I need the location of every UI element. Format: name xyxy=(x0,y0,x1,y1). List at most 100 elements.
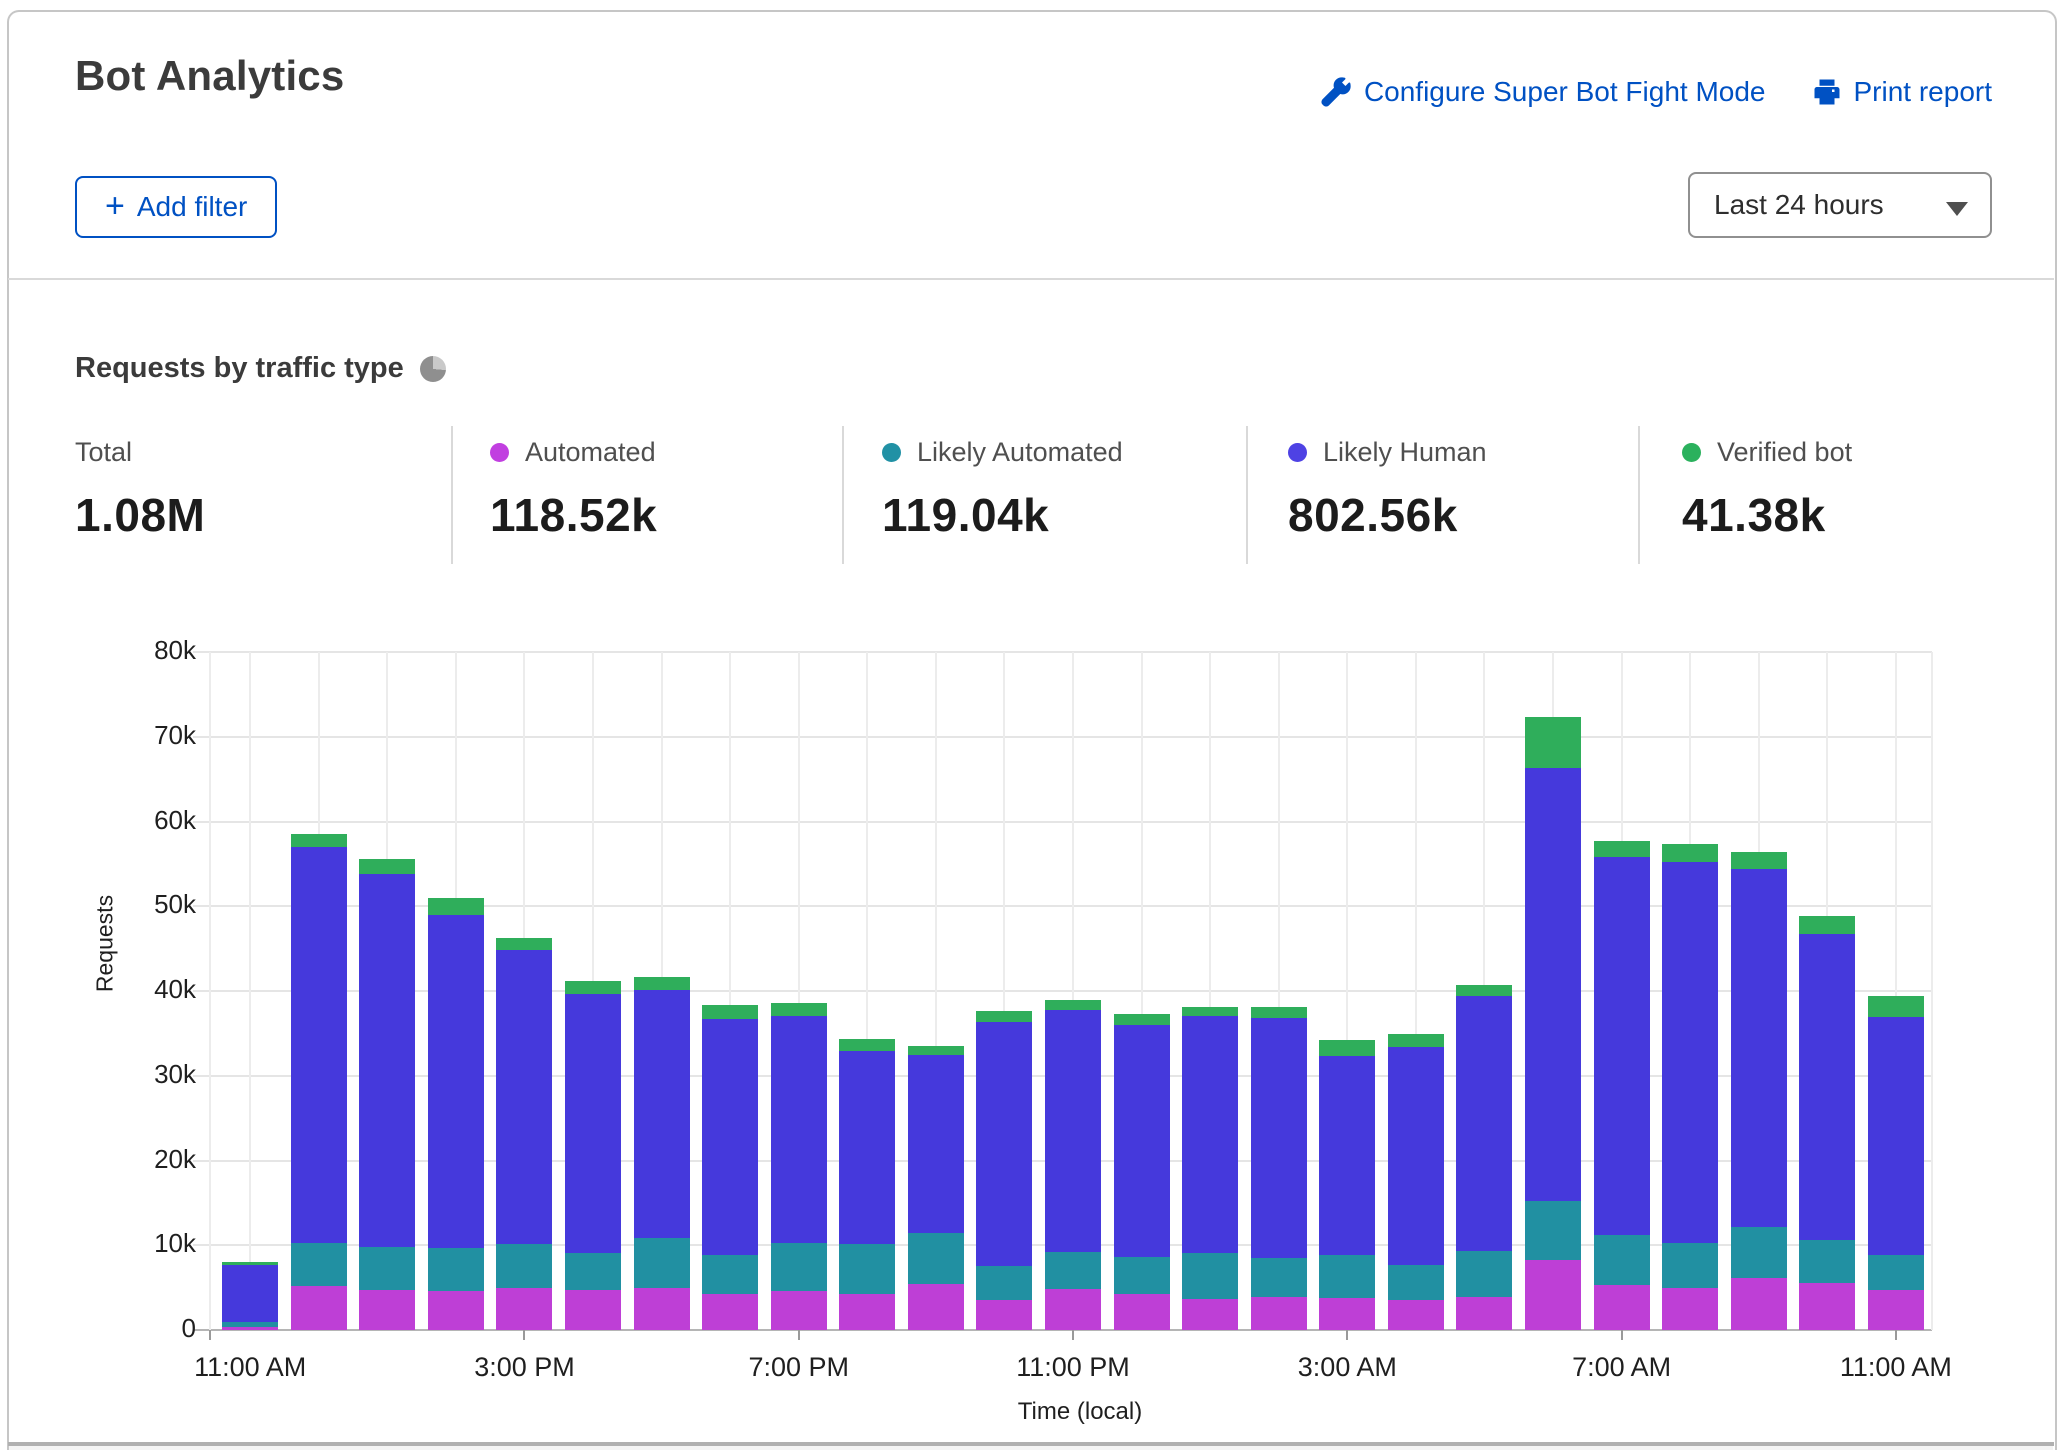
page-title: Bot Analytics xyxy=(75,52,344,100)
bar-8-00-pm[interactable] xyxy=(839,1039,895,1330)
segment-likely-automated xyxy=(1045,1252,1101,1289)
x-tick-label: 3:00 PM xyxy=(404,1352,644,1383)
segment-verified-bot xyxy=(908,1046,964,1055)
y-tick-label: 80k xyxy=(56,635,196,666)
add-filter-label: Add filter xyxy=(137,191,248,223)
bar-5-00-am[interactable] xyxy=(1456,985,1512,1330)
x-tick-mark xyxy=(1346,1330,1348,1340)
bot-analytics-page: Bot Analytics Configure Super Bot Fight … xyxy=(0,0,2062,1450)
bar-chart xyxy=(210,652,1932,1330)
stat-likely-automated: Likely Automated 119.04k xyxy=(882,428,1123,568)
segment-automated xyxy=(908,1284,964,1330)
bar-1-00-pm[interactable] xyxy=(359,859,415,1330)
bar-6-00-am[interactable] xyxy=(1525,717,1581,1330)
y-tick-label: 70k xyxy=(56,720,196,751)
bar-4-00-am[interactable] xyxy=(1388,1034,1444,1330)
bar-7-00-am[interactable] xyxy=(1594,841,1650,1330)
segment-likely-human xyxy=(839,1051,895,1243)
chevron-down-icon xyxy=(1946,202,1968,216)
segment-verified-bot xyxy=(291,834,347,847)
bar-6-00-pm[interactable] xyxy=(702,1005,758,1330)
bar-4-00-pm[interactable] xyxy=(565,981,621,1330)
y-tick-label: 40k xyxy=(56,974,196,1005)
segment-likely-human xyxy=(702,1019,758,1255)
stat-divider xyxy=(1638,426,1640,564)
segment-verified-bot xyxy=(1456,985,1512,996)
configure-super-bot-fight-mode-link[interactable]: Configure Super Bot Fight Mode xyxy=(1320,76,1766,108)
header-actions: Configure Super Bot Fight Mode Print rep… xyxy=(1320,76,1992,108)
segment-verified-bot xyxy=(839,1039,895,1051)
segment-likely-automated xyxy=(359,1247,415,1290)
bar-2-00-pm[interactable] xyxy=(428,898,484,1330)
header-divider xyxy=(8,278,2054,280)
stat-verified-bot: Verified bot 41.38k xyxy=(1682,428,1852,568)
segment-likely-automated xyxy=(1525,1201,1581,1259)
segment-likely-automated xyxy=(1114,1257,1170,1294)
stat-automated: Automated 118.52k xyxy=(490,428,657,568)
bar-7-00-pm[interactable] xyxy=(771,1003,827,1330)
add-filter-button[interactable]: + Add filter xyxy=(75,176,277,238)
section-heading-label: Requests by traffic type xyxy=(75,352,404,385)
bar-9-00-am[interactable] xyxy=(1731,852,1787,1330)
segment-automated xyxy=(359,1290,415,1330)
segment-automated xyxy=(428,1291,484,1330)
bar-10-00-pm[interactable] xyxy=(976,1011,1032,1330)
segment-likely-automated xyxy=(771,1243,827,1291)
automated-legend-dot xyxy=(490,443,509,462)
bar-2-00-am[interactable] xyxy=(1251,1007,1307,1330)
x-tick-mark xyxy=(1895,1330,1897,1340)
segment-automated xyxy=(1319,1298,1375,1330)
bar-11-00-am[interactable] xyxy=(1868,996,1924,1330)
x-tick-label: 3:00 AM xyxy=(1227,1352,1467,1383)
segment-verified-bot xyxy=(702,1005,758,1019)
segment-automated xyxy=(1662,1288,1718,1330)
segment-likely-automated xyxy=(1182,1253,1238,1299)
gridline-70k xyxy=(193,736,1932,738)
segment-verified-bot xyxy=(428,898,484,915)
segment-automated xyxy=(222,1327,278,1330)
segment-automated xyxy=(634,1288,690,1330)
vertical-gridline xyxy=(249,652,251,1330)
segment-likely-human xyxy=(1251,1018,1307,1258)
bar-11-00-am[interactable] xyxy=(222,1262,278,1330)
verified-bot-legend-dot xyxy=(1682,443,1701,462)
stat-divider xyxy=(842,426,844,564)
segment-automated xyxy=(976,1300,1032,1331)
likely-human-legend-dot xyxy=(1288,443,1307,462)
bar-1-00-am[interactable] xyxy=(1182,1007,1238,1330)
stat-automated-label: Automated xyxy=(525,437,656,468)
configure-link-label: Configure Super Bot Fight Mode xyxy=(1364,76,1766,108)
bar-10-00-am[interactable] xyxy=(1799,916,1855,1330)
bar-8-00-am[interactable] xyxy=(1662,844,1718,1330)
bar-11-00-pm[interactable] xyxy=(1045,1000,1101,1330)
segment-verified-bot xyxy=(1045,1000,1101,1010)
print-report-link[interactable]: Print report xyxy=(1812,76,1993,108)
bar-3-00-pm[interactable] xyxy=(496,938,552,1330)
segment-verified-bot xyxy=(359,859,415,874)
segment-verified-bot xyxy=(1319,1040,1375,1056)
segment-likely-automated xyxy=(565,1253,621,1290)
segment-likely-automated xyxy=(702,1255,758,1294)
time-range-select[interactable]: Last 24 hours xyxy=(1688,172,1992,238)
segment-likely-human xyxy=(771,1016,827,1242)
x-tick-label: 11:00 AM xyxy=(1776,1352,2016,1383)
segment-likely-automated xyxy=(1799,1240,1855,1282)
section-heading: Requests by traffic type xyxy=(75,352,446,385)
bar-12-00-am[interactable] xyxy=(1114,1014,1170,1330)
printer-icon xyxy=(1812,77,1842,107)
stat-verified-bot-value: 41.38k xyxy=(1682,488,1852,542)
vertical-gridline xyxy=(1931,652,1933,1330)
bar-3-00-am[interactable] xyxy=(1319,1040,1375,1330)
bar-12-00-pm[interactable] xyxy=(291,834,347,1330)
segment-verified-bot xyxy=(1868,996,1924,1017)
segment-automated xyxy=(1456,1297,1512,1330)
stat-total: Total 1.08M xyxy=(75,428,205,568)
bar-5-00-pm[interactable] xyxy=(634,977,690,1330)
segment-automated xyxy=(1251,1297,1307,1330)
bar-9-00-pm[interactable] xyxy=(908,1046,964,1330)
segment-automated xyxy=(496,1288,552,1330)
y-tick-label: 50k xyxy=(56,889,196,920)
segment-verified-bot xyxy=(771,1003,827,1017)
segment-automated xyxy=(1388,1300,1444,1331)
pie-chart-icon xyxy=(420,356,446,382)
